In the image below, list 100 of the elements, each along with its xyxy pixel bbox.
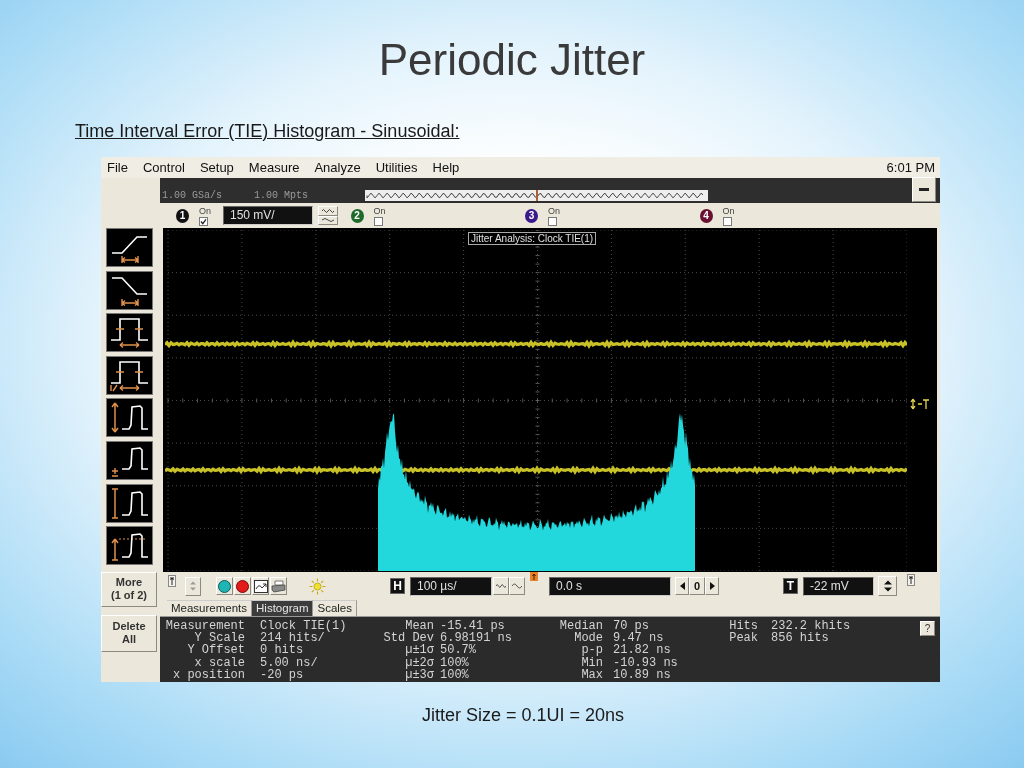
wave-button[interactable] [318, 206, 338, 216]
channel-indicator[interactable]: 4 [699, 208, 713, 223]
toolbar-button[interactable] [234, 577, 251, 595]
display-title: Jitter Analysis: Clock TIE(1) [468, 232, 597, 245]
toolbar-button[interactable] [216, 577, 233, 595]
marker-icon[interactable] [907, 574, 915, 586]
tab[interactable]: Scales [313, 600, 357, 616]
measurement-label: Measurement [165, 620, 245, 633]
channel-checkbox[interactable] [199, 216, 208, 226]
measurement-value: 9.47 ns [613, 632, 664, 645]
measurement-label: Min [581, 656, 603, 669]
channel-checkbox[interactable] [722, 216, 732, 226]
toolbar-button[interactable] [252, 577, 269, 595]
step-center-button[interactable]: 0 [689, 577, 705, 595]
dot-icon [218, 579, 231, 593]
slide-subtitle: Time Interval Error (TIE) Histogram - Sinusoidal: [75, 120, 460, 142]
measurement-label: Std Dev [383, 632, 434, 645]
measurement-label: Median [559, 620, 603, 633]
up-down-arrows-icon [882, 579, 893, 593]
measurement-value: 214 hits/ [260, 632, 325, 645]
measurement-value: 10.89 ns [613, 668, 671, 681]
marker-icon[interactable] [530, 572, 538, 581]
clock-text: 6:01 PM [886, 160, 935, 175]
measure-button[interactable] [106, 313, 153, 353]
measurement-label: Mode [574, 632, 603, 645]
measurement-value: -10.93 ns [613, 656, 678, 669]
trigger-marker-icon[interactable] [910, 398, 930, 410]
measure-button[interactable] [106, 440, 153, 480]
measurement-value: 0 hits [260, 644, 304, 657]
measurement-label: µ±3σ [405, 668, 434, 681]
measurement-label: p-p [581, 644, 603, 657]
measurement-value: 100% [440, 668, 469, 681]
printer-icon [271, 579, 286, 593]
side-button[interactable]: More (1 of 2) [101, 571, 157, 607]
minimize-icon [919, 188, 929, 191]
measurement-label: Mean [405, 620, 434, 633]
step-right-button[interactable] [705, 577, 719, 595]
menu-item[interactable]: Help [432, 160, 460, 175]
trigger-level-field[interactable]: -22 mV [803, 576, 874, 596]
measure-button[interactable] [106, 526, 153, 566]
channel-indicator[interactable]: 1 [176, 208, 189, 223]
channel-scale-field[interactable]: 150 mV/ [223, 206, 313, 225]
measurement-label: x position [173, 668, 245, 681]
measurement-value: 6.98191 ns [440, 632, 512, 645]
left-triangle-icon [679, 582, 685, 590]
measurement-label: Max [581, 668, 603, 681]
menu-item[interactable]: Utilities [375, 160, 418, 175]
channel-indicator[interactable]: 2 [350, 208, 364, 223]
measurement-label: Hits [729, 620, 758, 633]
horizontal-button[interactable]: H [390, 578, 405, 594]
menu-item[interactable]: File [107, 160, 128, 175]
measurement-value: 21.82 ns [613, 644, 671, 657]
menu-item[interactable]: Setup [199, 160, 234, 175]
measurement-value: -20 ps [260, 668, 304, 681]
wave-icon [322, 207, 334, 214]
menu-item[interactable]: Measure [248, 160, 300, 175]
wave-button[interactable] [318, 215, 338, 225]
dot-icon [236, 579, 249, 593]
toolbar-button[interactable] [270, 577, 287, 595]
wave-button[interactable] [509, 577, 525, 595]
on-label: On [722, 205, 735, 216]
measurement-label: x scale [194, 656, 245, 669]
tab[interactable]: Histogram [252, 600, 314, 616]
on-label: On [199, 205, 211, 216]
channel-checkbox[interactable] [373, 216, 383, 226]
slide-caption: Jitter Size = 0.1UI = 20ns [421, 704, 625, 726]
measurement-label: Y Scale [194, 632, 245, 645]
measurement-value: 50.7% [440, 644, 476, 657]
measurement-label: µ±2σ [405, 656, 434, 669]
spin-button[interactable] [878, 576, 897, 596]
timebase-field[interactable]: 100 µs/ [410, 576, 492, 596]
menu-item[interactable]: Analyze [314, 160, 361, 175]
measurement-value: 856 hits [771, 632, 829, 645]
slide-title: Periodic Jitter [378, 34, 646, 86]
minimize-button[interactable] [912, 177, 936, 202]
on-label: On [548, 205, 560, 216]
measurement-value: 232.2 khits [771, 620, 851, 633]
trigger-button[interactable]: T [783, 578, 798, 594]
measure-button[interactable] [106, 270, 153, 310]
measurement-value: 5.00 ns/ [260, 656, 318, 669]
measurement-label: Y Offset [187, 644, 245, 657]
measure-button[interactable] [106, 398, 153, 438]
measure-button[interactable] [106, 355, 153, 395]
measurement-value: Clock TIE(1) [260, 620, 347, 633]
right-triangle-icon [709, 582, 715, 590]
channel-indicator[interactable]: 3 [525, 208, 538, 223]
channel-checkbox[interactable] [548, 216, 557, 226]
help-button[interactable]: ? [920, 621, 935, 636]
measurement-value: -15.41 ps [440, 620, 505, 633]
side-button[interactable]: Delete All [101, 614, 157, 652]
measurement-label: µ±1σ [405, 644, 434, 657]
step-left-button[interactable] [675, 577, 689, 595]
memory-depth-text: 1.00 Mpts [254, 190, 309, 201]
measure-button[interactable] [106, 483, 153, 523]
measure-button[interactable] [106, 228, 153, 267]
measurement-value: 100% [440, 656, 469, 669]
marker-icon[interactable] [168, 575, 176, 587]
window-icon [253, 579, 268, 593]
menu-item[interactable]: Control [142, 160, 185, 175]
delay-field[interactable]: 0.0 s [549, 576, 671, 596]
